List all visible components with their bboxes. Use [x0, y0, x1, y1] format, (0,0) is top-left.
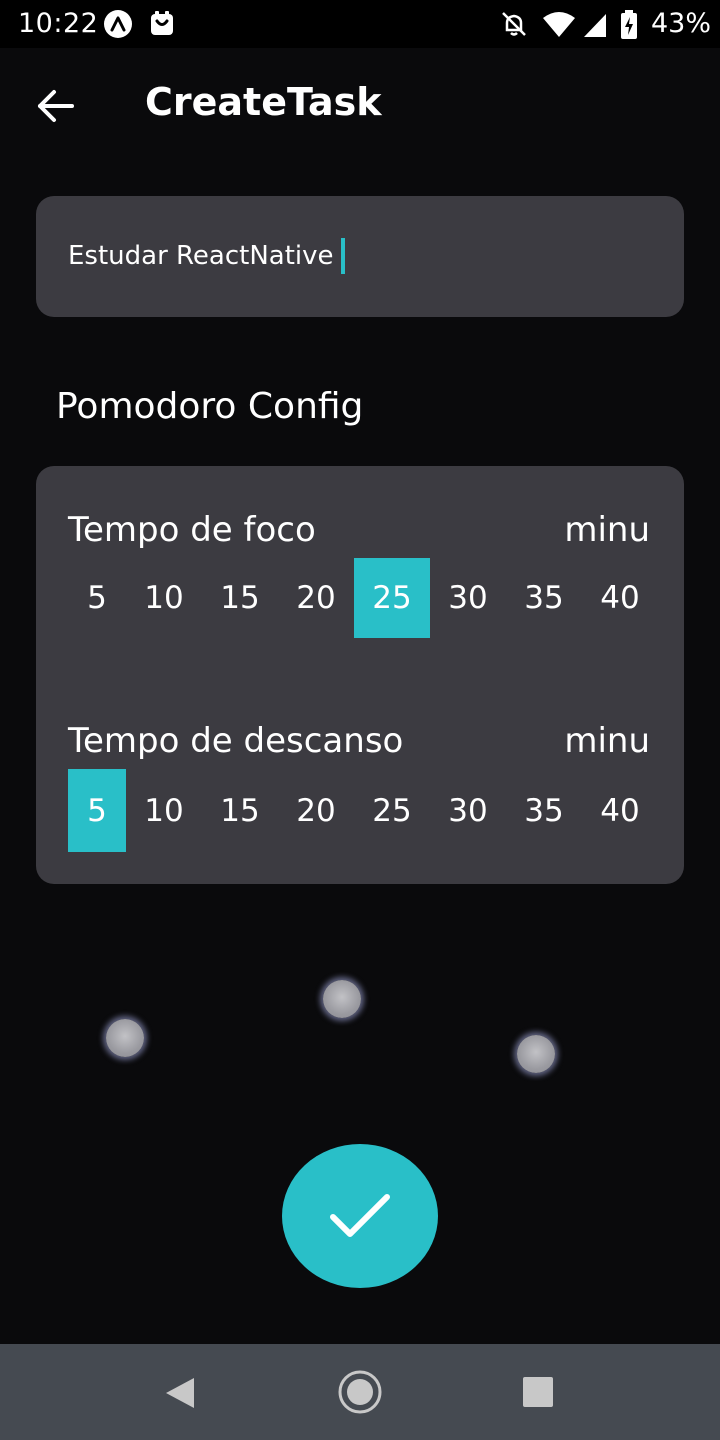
- nav-back-icon[interactable]: [164, 1376, 196, 1414]
- signal-icon: [582, 12, 608, 42]
- battery-percent: 43%: [651, 8, 712, 39]
- focus-option-20[interactable]: 20: [280, 558, 352, 638]
- rest-option-40[interactable]: 40: [584, 769, 656, 852]
- focus-option-10[interactable]: 10: [128, 558, 200, 638]
- nav-home-icon[interactable]: [337, 1369, 383, 1419]
- rest-option-30[interactable]: 30: [432, 769, 504, 852]
- focus-option-5[interactable]: 5: [68, 558, 126, 638]
- rest-option-35[interactable]: 35: [508, 769, 580, 852]
- task-name-field[interactable]: Estudar ReactNative: [36, 196, 684, 317]
- rest-option-20[interactable]: 20: [280, 769, 352, 852]
- rest-option-5-selected[interactable]: 5: [68, 769, 126, 852]
- section-title: Pomodoro Config: [56, 386, 364, 427]
- check-icon: [330, 1194, 390, 1237]
- rest-time-unit: minu: [564, 721, 650, 761]
- wifi-icon: [542, 12, 576, 42]
- arrow-left-icon: [38, 90, 74, 122]
- battery-icon: [620, 10, 638, 44]
- rest-option-25[interactable]: 25: [356, 769, 428, 852]
- decorative-dot: [323, 980, 361, 1018]
- system-nav-bar: [0, 1344, 720, 1440]
- focus-time-label: Tempo de foco: [68, 510, 316, 550]
- screen: 10:22 43% CreateTask Estudar ReactNative…: [0, 0, 720, 1440]
- focus-option-25-selected[interactable]: 25: [354, 558, 430, 638]
- focus-option-40[interactable]: 40: [584, 558, 656, 638]
- focus-option-30[interactable]: 30: [432, 558, 504, 638]
- page-title: CreateTask: [145, 80, 382, 124]
- task-name-value: Estudar ReactNative: [68, 241, 334, 271]
- bell-off-icon: [500, 10, 528, 42]
- app-a-icon: [104, 10, 132, 38]
- nav-recents-icon[interactable]: [523, 1377, 553, 1407]
- decorative-dot: [106, 1019, 144, 1057]
- status-bar: 10:22 43%: [0, 0, 720, 48]
- decorative-dot: [517, 1035, 555, 1073]
- task-name-input[interactable]: Estudar ReactNative: [68, 238, 345, 274]
- text-caret: [340, 238, 345, 274]
- rest-option-15[interactable]: 15: [204, 769, 276, 852]
- focus-option-35[interactable]: 35: [508, 558, 580, 638]
- focus-time-unit: minu: [564, 510, 650, 550]
- back-button[interactable]: [34, 84, 78, 128]
- confirm-button[interactable]: [282, 1144, 438, 1288]
- rest-time-label: Tempo de descanso: [68, 721, 404, 761]
- rest-option-10[interactable]: 10: [128, 769, 200, 852]
- pomodoro-config-card: Tempo de foco minu 5 10 15 20 25 30 35 4…: [36, 466, 684, 884]
- app-shield-icon: [150, 11, 174, 41]
- focus-option-15[interactable]: 15: [204, 558, 276, 638]
- status-time: 10:22: [18, 8, 99, 39]
